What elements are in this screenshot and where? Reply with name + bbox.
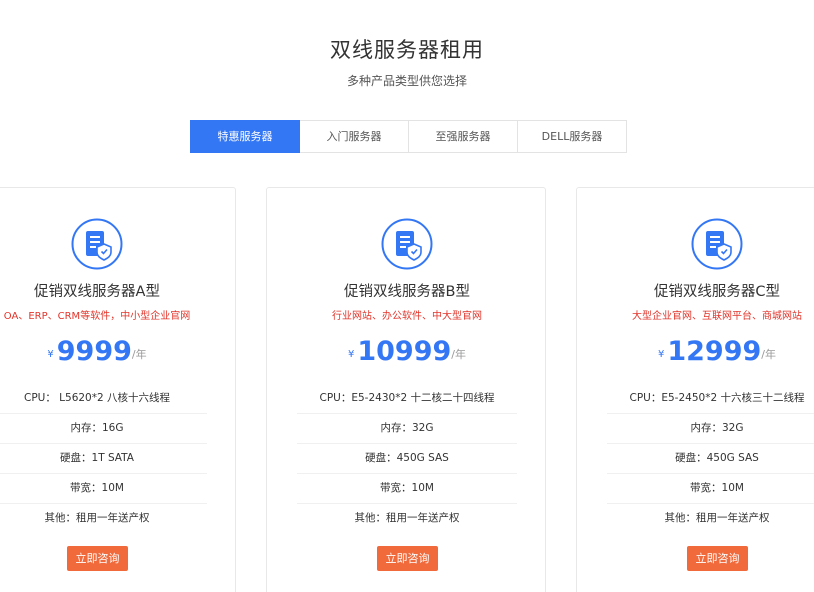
section-title: 双线服务器租用 (330, 38, 484, 62)
spec-disk: 硬盘：450G SAS (607, 444, 814, 474)
card-title: 促销双线服务器A型 (34, 284, 160, 300)
spec-list: CPU：E5-2430*2 十二核二十四线程 内存：32G 硬盘：450G SA… (297, 384, 517, 533)
price-value: 10999 (357, 336, 452, 367)
product-tabs: 特惠服务器 入门服务器 至强服务器 DELL服务器 (190, 120, 627, 153)
tab-entry-servers[interactable]: 入门服务器 (300, 120, 409, 153)
product-card-a: 促销双线服务器A型 OA、ERP、CRM等软件，中小型企业官网 ¥9999/年 … (0, 187, 236, 592)
consult-button[interactable]: 立即咨询 (687, 546, 748, 571)
spec-other: 其他：租用一年送产权 (664, 512, 770, 524)
spec-cpu: CPU：E5-2430*2 十二核二十四线程 (297, 384, 517, 414)
card-title: 促销双线服务器C型 (653, 284, 781, 300)
section-subtitle: 多种产品类型供您选择 (346, 74, 467, 88)
product-card-c: 促销双线服务器C型 大型企业官网、互联网平台、商城网站 ¥12999/年 CPU… (576, 187, 814, 592)
page: 双线服务器租用 多种产品类型供您选择 特惠服务器 入门服务器 至强服务器 DEL… (0, 0, 814, 592)
spec-memory: 内存：32G (607, 414, 814, 444)
spec-cpu: CPU： L5620*2 八核十六线程 (0, 384, 207, 414)
price-unit: /年 (761, 348, 777, 361)
price-value: 9999 (56, 336, 132, 367)
tab-special-servers[interactable]: 特惠服务器 (190, 120, 300, 153)
price-unit: /年 (451, 348, 467, 361)
spec-cpu: CPU：E5-2450*2 十六核三十二线程 (607, 384, 814, 414)
spec-other: 其他：租用一年送产权 (354, 512, 460, 524)
spec-disk: 硬盘：1T SATA (0, 444, 207, 474)
currency-symbol: ¥ (657, 349, 665, 360)
product-card-b: 促销双线服务器B型 行业网站、办公软件、中大型官网 ¥10999/年 CPU：E… (266, 187, 546, 592)
consult-button[interactable]: 立即咨询 (67, 546, 128, 571)
card-description: 行业网站、办公软件、中大型官网 (332, 311, 482, 322)
spec-list: CPU： L5620*2 八核十六线程 内存：16G 硬盘：1T SATA 带宽… (0, 384, 207, 533)
spec-list: CPU：E5-2450*2 十六核三十二线程 内存：32G 硬盘：450G SA… (607, 384, 814, 533)
price-value: 12999 (667, 336, 762, 367)
consult-button[interactable]: 立即咨询 (377, 546, 438, 571)
tab-dell-servers[interactable]: DELL服务器 (518, 120, 627, 153)
tab-xeon-servers[interactable]: 至强服务器 (409, 120, 518, 153)
currency-symbol: ¥ (347, 349, 355, 360)
card-price: ¥12999/年 (577, 336, 814, 367)
spec-other: 其他：租用一年送产权 (44, 512, 150, 524)
server-shield-icon (71, 218, 123, 270)
spec-memory: 内存：16G (0, 414, 207, 444)
spec-bandwidth: 带宽：10M (0, 474, 207, 504)
spec-bandwidth: 带宽：10M (297, 474, 517, 504)
server-shield-icon (691, 218, 743, 270)
price-unit: /年 (131, 348, 147, 361)
spec-memory: 内存：32G (297, 414, 517, 444)
card-description: 大型企业官网、互联网平台、商城网站 (632, 311, 802, 322)
server-shield-icon (381, 218, 433, 270)
card-description: OA、ERP、CRM等软件，中小型企业官网 (3, 311, 191, 322)
spec-disk: 硬盘：450G SAS (297, 444, 517, 474)
spec-bandwidth: 带宽：10M (607, 474, 814, 504)
card-price: ¥9999/年 (0, 336, 237, 367)
card-title: 促销双线服务器B型 (344, 284, 470, 300)
currency-symbol: ¥ (47, 349, 54, 360)
card-price: ¥10999/年 (267, 336, 547, 367)
